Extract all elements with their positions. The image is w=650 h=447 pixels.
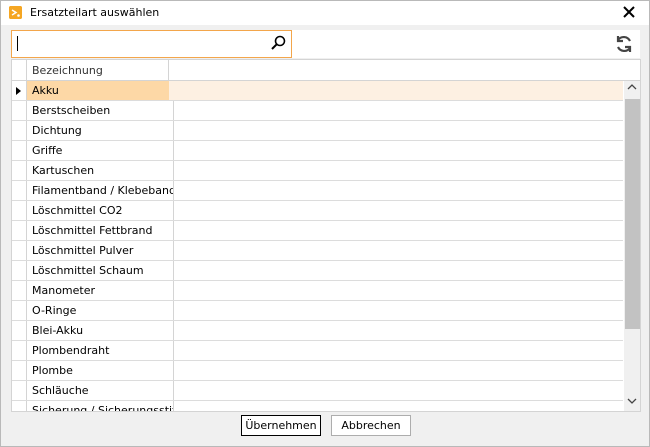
table-row[interactable]: Löschmittel Pulver [12, 241, 623, 261]
close-icon[interactable] [623, 2, 635, 23]
cell-bezeichnung[interactable]: Löschmittel CO2 [27, 201, 174, 220]
table-row[interactable]: Plombendraht [12, 341, 623, 361]
row-selector[interactable] [12, 201, 27, 220]
cell-bezeichnung[interactable]: O-Ringe [27, 301, 174, 320]
cell-bezeichnung[interactable]: Schläuche [27, 381, 174, 400]
scroll-down-icon[interactable] [624, 395, 640, 411]
table-row[interactable]: Filamentband / Klebeband [12, 181, 623, 201]
window-title: Ersatzteilart auswählen [30, 6, 160, 19]
scrollbar-thumb[interactable] [625, 99, 640, 329]
cell-bezeichnung[interactable]: Kartuschen [27, 161, 174, 180]
refresh-icon[interactable] [614, 34, 634, 54]
table-row[interactable]: Griffe [12, 141, 623, 161]
row-selector[interactable] [12, 301, 27, 320]
table-row[interactable]: Löschmittel Schaum [12, 261, 623, 281]
row-selector[interactable] [12, 361, 27, 380]
row-selector[interactable] [12, 101, 27, 120]
ok-button[interactable]: Übernehmen [241, 415, 321, 436]
table-row[interactable]: Schläuche [12, 381, 623, 401]
rss-like-app-icon [9, 6, 22, 19]
text-caret [17, 36, 18, 51]
cell-bezeichnung[interactable]: Berstscheiben [27, 101, 174, 120]
cell-bezeichnung[interactable]: Löschmittel Fettbrand [27, 221, 174, 240]
current-row-arrow-icon [16, 87, 21, 95]
table-row[interactable]: Blei-Akku [12, 321, 623, 341]
row-selector[interactable] [12, 281, 27, 300]
cell-bezeichnung[interactable]: Dichtung [27, 121, 174, 140]
scroll-up-icon[interactable] [624, 81, 640, 97]
row-selector-header [12, 60, 27, 80]
search-input[interactable] [11, 30, 292, 58]
row-selector[interactable] [12, 181, 27, 200]
row-selector[interactable] [12, 161, 27, 180]
row-selector[interactable] [12, 81, 27, 100]
table-row[interactable]: Dichtung [12, 121, 623, 141]
grid-rows: Akku Berstscheiben Dichtung Griffe Kartusche… [12, 81, 623, 411]
table-row[interactable]: Löschmittel CO2 [12, 201, 623, 221]
table-row[interactable]: Manometer [12, 281, 623, 301]
column-header-bezeichnung[interactable]: Bezeichnung [32, 64, 103, 77]
table-row[interactable]: Sicherung / Sicherungsstift [12, 401, 623, 411]
row-selector[interactable] [12, 141, 27, 160]
cell-bezeichnung[interactable]: Manometer [27, 281, 174, 300]
cell-bezeichnung[interactable]: Akku [27, 81, 174, 100]
vertical-scrollbar[interactable] [624, 81, 640, 411]
dialog-window: Ersatzteilart auswählen Bezeichnung Akku… [0, 0, 650, 447]
row-selector[interactable] [12, 221, 27, 240]
selection-grid: Bezeichnung Akku Berstscheiben Dichtung Gri… [11, 59, 641, 412]
row-selector[interactable] [12, 121, 27, 140]
cell-bezeichnung[interactable]: Plombe [27, 361, 174, 380]
search-icon[interactable] [269, 34, 287, 52]
table-row[interactable]: Plombe [12, 361, 623, 381]
table-row[interactable]: Löschmittel Fettbrand [12, 221, 623, 241]
table-row[interactable]: Berstscheiben [12, 101, 623, 121]
table-row[interactable]: Akku [12, 81, 623, 101]
cell-bezeichnung[interactable]: Löschmittel Schaum [27, 261, 174, 280]
row-selector[interactable] [12, 241, 27, 260]
row-selector[interactable] [12, 381, 27, 400]
row-selector[interactable] [12, 261, 27, 280]
row-fill [169, 81, 623, 100]
grid-header: Bezeichnung [12, 60, 640, 81]
column-separator [168, 60, 169, 80]
table-row[interactable]: Kartuschen [12, 161, 623, 181]
title-bar: Ersatzteilart auswählen [1, 1, 649, 25]
row-selector[interactable] [12, 401, 27, 411]
cell-bezeichnung[interactable]: Plombendraht [27, 341, 174, 360]
app-icon [9, 6, 22, 19]
cancel-button[interactable]: Abbrechen [331, 415, 411, 436]
cell-bezeichnung[interactable]: Griffe [27, 141, 174, 160]
row-selector[interactable] [12, 341, 27, 360]
cell-bezeichnung[interactable]: Löschmittel Pulver [27, 241, 174, 260]
table-row[interactable]: O-Ringe [12, 301, 623, 321]
cell-bezeichnung[interactable]: Sicherung / Sicherungsstift [27, 401, 174, 411]
cell-bezeichnung[interactable]: Blei-Akku [27, 321, 174, 340]
cell-bezeichnung[interactable]: Filamentband / Klebeband [27, 181, 174, 200]
search-bar-area [292, 30, 640, 58]
row-selector[interactable] [12, 321, 27, 340]
